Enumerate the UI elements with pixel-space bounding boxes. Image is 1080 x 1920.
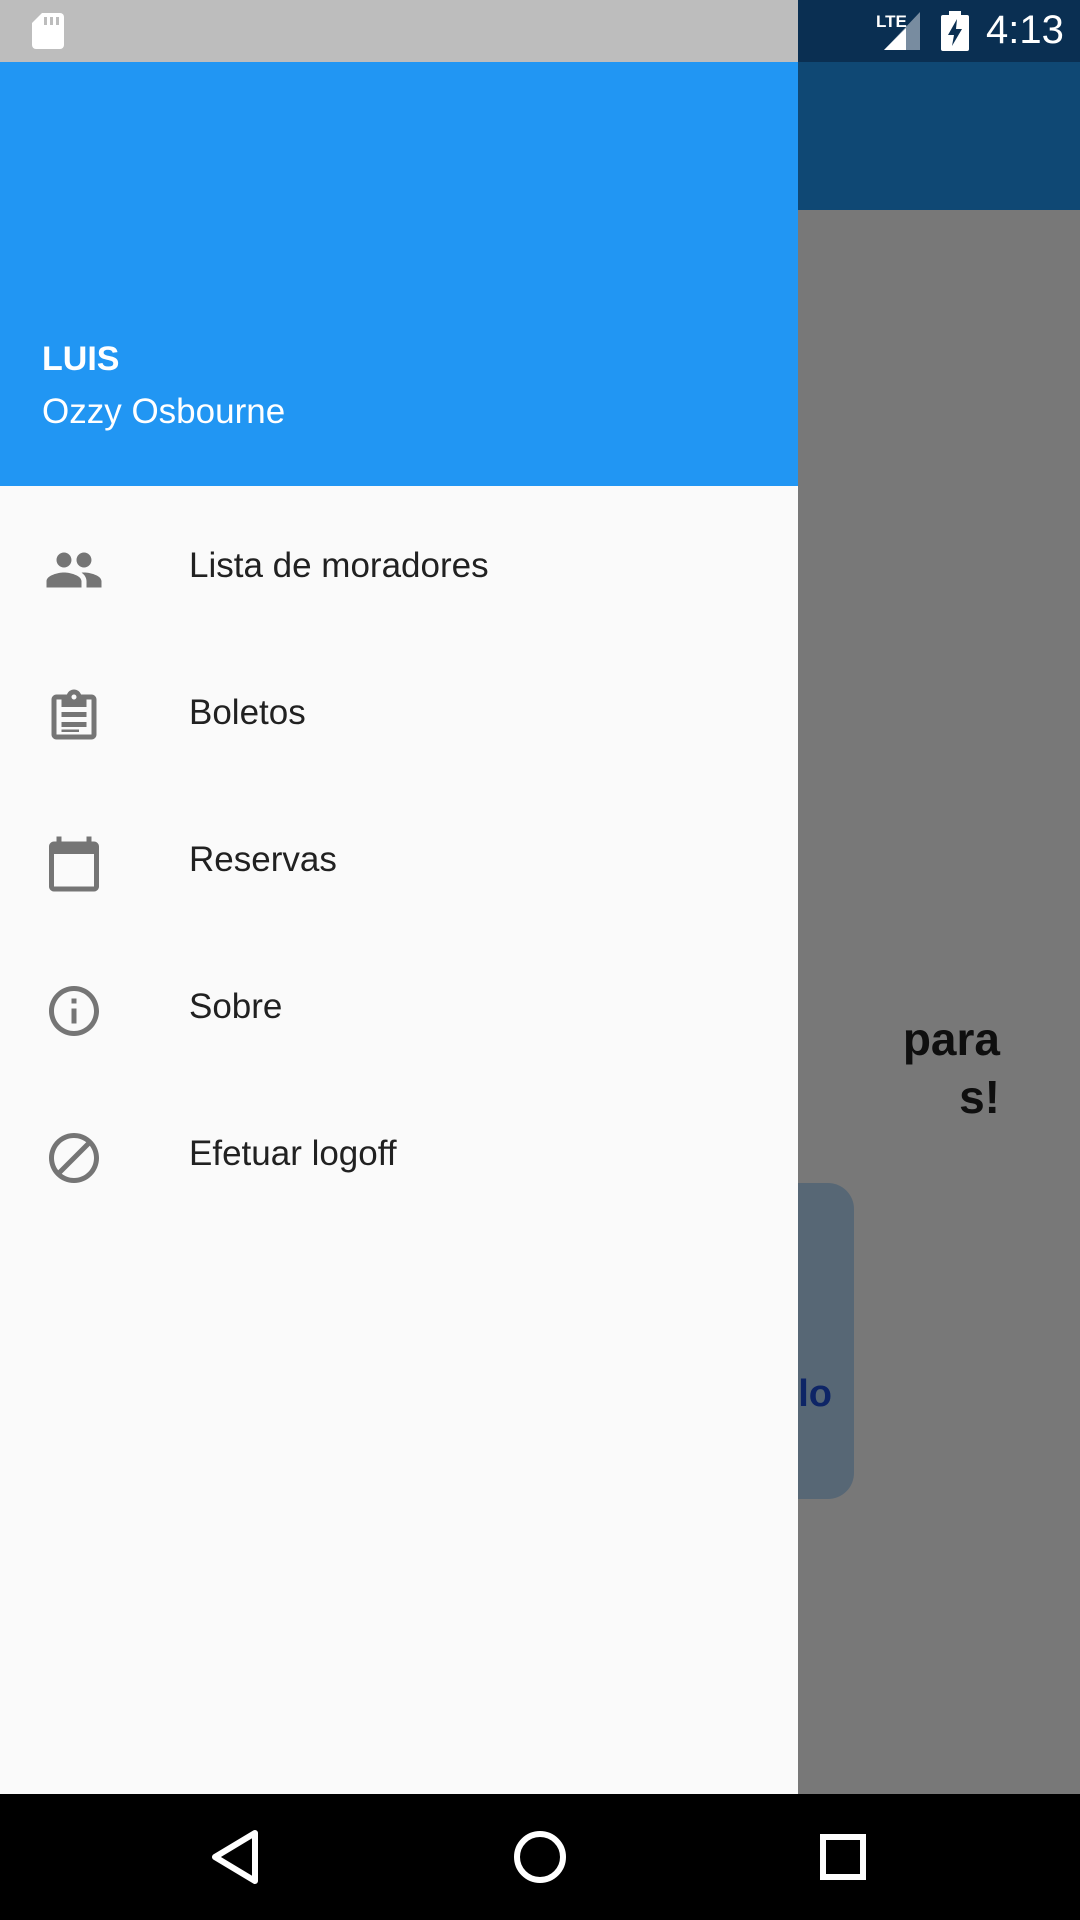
home-icon[interactable] [508, 1825, 572, 1889]
status-clock: 4:13 [986, 8, 1064, 52]
signal-icon [884, 12, 920, 50]
block-icon [49, 1133, 99, 1183]
info-icon [49, 986, 99, 1036]
menu-item-sobre[interactable]: Sobre [0, 937, 798, 1084]
status-bar-left [0, 0, 798, 62]
people-icon [46, 552, 102, 588]
account-name: LUIS [42, 340, 120, 378]
recents-icon[interactable] [811, 1825, 875, 1889]
account-subtitle: Ozzy Osbourne [42, 392, 286, 431]
sd-card-icon [32, 13, 64, 49]
menu-item-label: Sobre [189, 987, 283, 1026]
clipboard-icon [51, 689, 97, 740]
back-icon[interactable] [205, 1825, 269, 1889]
drawer-header: LUIS Ozzy Osbourne [0, 62, 798, 486]
navigation-drawer: LUIS Ozzy Osbourne Lista de moradores Bo… [0, 62, 798, 1794]
menu-item-label: Boletos [189, 693, 306, 732]
system-navigation-bar [0, 1794, 1080, 1920]
menu-item-reservas[interactable]: Reservas [0, 790, 798, 937]
battery-charging-icon [941, 11, 969, 51]
menu-item-efetuar-logoff[interactable]: Efetuar logoff [0, 1084, 798, 1231]
menu-item-label: Efetuar logoff [189, 1134, 397, 1173]
status-bar: LTE 4:13 [0, 0, 1080, 62]
menu-item-label: Lista de moradores [189, 546, 489, 585]
menu-item-boletos[interactable]: Boletos [0, 643, 798, 790]
menu-item-label: Reservas [189, 840, 337, 879]
calendar-icon [49, 836, 99, 892]
menu-item-lista-de-moradores[interactable]: Lista de moradores [0, 496, 798, 643]
